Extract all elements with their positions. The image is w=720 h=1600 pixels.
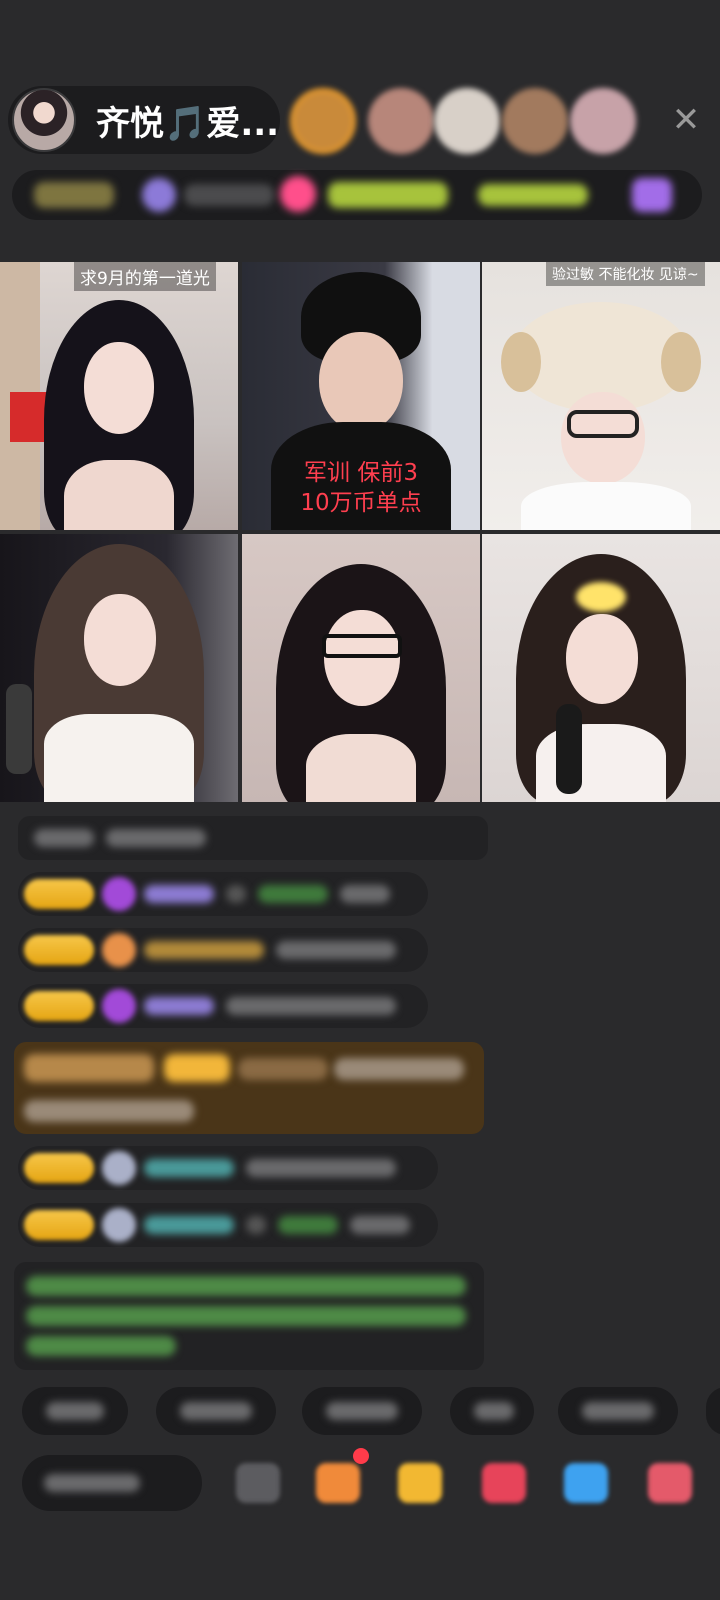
host-info-pill[interactable]: 齐悦🎵爱... xyxy=(8,86,280,154)
notification-dot xyxy=(353,1448,369,1464)
quick-reply-chip[interactable] xyxy=(450,1387,534,1435)
gift-notice[interactable] xyxy=(14,1042,484,1134)
level-badge xyxy=(24,935,94,965)
tile-caption: 验过敏 不能化妆 见谅~ xyxy=(546,262,705,286)
level-badge xyxy=(24,991,94,1021)
video-tile[interactable]: 军训 保前3 10万币单点 xyxy=(242,262,480,530)
quick-reply-chip[interactable] xyxy=(22,1387,128,1435)
quick-reply-chip[interactable] xyxy=(706,1387,720,1435)
level-badge xyxy=(24,879,94,909)
video-tile[interactable]: 求9月的第一道光 xyxy=(0,262,238,530)
level-badge xyxy=(24,1210,94,1240)
viewer-avatar[interactable] xyxy=(434,88,500,154)
viewer-avatar[interactable] xyxy=(570,88,636,154)
avatar xyxy=(102,1208,136,1242)
avatar xyxy=(102,1151,136,1185)
room-stats-bar[interactable] xyxy=(12,170,702,220)
gem-icon xyxy=(102,989,136,1023)
close-icon[interactable]: ✕ xyxy=(666,100,706,140)
tile-caption: 军训 保前3 10万币单点 xyxy=(300,460,422,516)
viewer-avatar[interactable] xyxy=(290,88,356,154)
more-icon[interactable] xyxy=(648,1463,692,1503)
gift-icon[interactable] xyxy=(398,1463,442,1503)
video-tile[interactable] xyxy=(0,534,238,802)
host-avatar[interactable] xyxy=(12,88,76,152)
game-icon[interactable] xyxy=(482,1463,526,1503)
chat-input[interactable] xyxy=(22,1455,202,1511)
gem-icon xyxy=(102,877,136,911)
chat-message[interactable] xyxy=(18,1146,438,1190)
quick-reply-chip[interactable] xyxy=(558,1387,678,1435)
system-notice xyxy=(14,1262,484,1370)
chat-icon[interactable] xyxy=(564,1463,608,1503)
quick-reply-chip[interactable] xyxy=(156,1387,276,1435)
chat-message[interactable] xyxy=(18,816,488,860)
badge-icon xyxy=(102,933,136,967)
host-name: 齐悦🎵爱... xyxy=(96,103,280,144)
video-tile[interactable] xyxy=(482,534,720,802)
share-icon[interactable] xyxy=(236,1463,280,1503)
quick-reply-chip[interactable] xyxy=(302,1387,422,1435)
video-grid: 求9月的第一道光 军训 保前3 10万币单点 验过敏 不能化妆 见谅~ xyxy=(0,262,720,802)
viewer-avatar[interactable] xyxy=(368,88,434,154)
video-tile[interactable]: 验过敏 不能化妆 见谅~ xyxy=(482,262,720,530)
chat-message[interactable] xyxy=(18,872,428,916)
chat-message[interactable] xyxy=(18,984,428,1028)
video-tile[interactable] xyxy=(242,534,480,802)
level-badge xyxy=(24,1153,94,1183)
tile-caption: 求9月的第一道光 xyxy=(74,262,216,291)
chat-message[interactable] xyxy=(18,1203,438,1247)
viewer-avatar[interactable] xyxy=(502,88,568,154)
gift-box-icon[interactable] xyxy=(316,1463,360,1503)
chat-message[interactable] xyxy=(18,928,428,972)
